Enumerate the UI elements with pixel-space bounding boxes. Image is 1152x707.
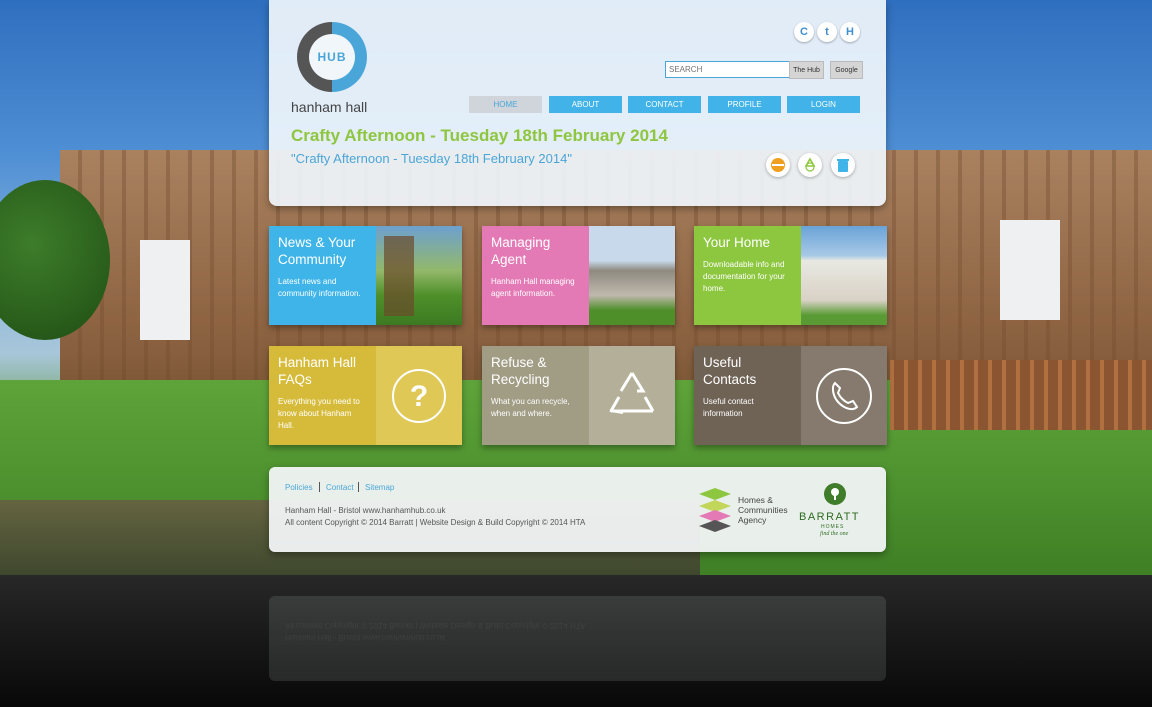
page-title: Crafty Afternoon - Tuesday 18th February…: [291, 126, 668, 145]
barratt-logo-sub: HOMES: [821, 524, 845, 530]
twitter-icon[interactable]: t: [817, 22, 837, 42]
tile-text: Useful Contacts Useful contact informati…: [694, 346, 801, 445]
logo-name: hanham hall: [291, 99, 368, 115]
tile-title: Useful Contacts: [703, 355, 757, 387]
tile-useful-contacts[interactable]: Useful Contacts Useful contact informati…: [694, 346, 887, 445]
hub-icon[interactable]: H: [840, 22, 860, 42]
barratt-tree-icon[interactable]: [824, 483, 846, 505]
tile-title: Your Home: [703, 235, 771, 250]
search-hub-button[interactable]: The Hub: [789, 61, 824, 79]
svg-text:?: ?: [410, 380, 428, 413]
footer-reflection: Hanham Hall - Bristol www.hanhamhub.co.u…: [269, 596, 886, 681]
hca-logo-text: Homes & Communities Agency: [738, 495, 788, 525]
tile-description: Useful contact information: [703, 397, 754, 418]
reflected-copyright: All content Copyright © 2014 Barratt | W…: [285, 621, 586, 630]
logo-badge: HUB: [309, 34, 355, 80]
footer-link-contact[interactable]: Contact: [326, 483, 354, 492]
tile-text: Refuse & Recycling What you can recycle,…: [482, 346, 589, 445]
footer-divider: [319, 482, 320, 492]
page-subtitle: "Crafty Afternoon - Tuesday 18th Februar…: [291, 151, 572, 166]
recycle-icon: [589, 346, 675, 445]
tile-text: Your Home Downloadable info and document…: [694, 226, 801, 325]
tile-description: Everything you need to know about Hanham…: [278, 397, 360, 430]
nav-home[interactable]: HOME: [469, 96, 542, 113]
nav-contact[interactable]: CONTACT: [628, 96, 701, 113]
tile-managing-agent[interactable]: Managing Agent Hanham Hall managing agen…: [482, 226, 675, 325]
phone-icon: [801, 346, 887, 445]
tile-text: Managing Agent Hanham Hall managing agen…: [482, 226, 589, 325]
tile-title: Refuse & Recycling: [491, 355, 550, 387]
hub-logo[interactable]: HUB: [297, 22, 367, 92]
search-input[interactable]: [665, 61, 790, 78]
footer-link-policies[interactable]: Policies: [285, 483, 313, 492]
tile-text: Hanham Hall FAQs Everything you need to …: [269, 346, 376, 445]
energy-icon[interactable]: [766, 153, 790, 177]
community-photo: [376, 226, 462, 325]
reflected-address: Hanham Hall - Bristol www.hanhamhub.co.u…: [285, 633, 446, 642]
hca-logo-icon[interactable]: [697, 486, 733, 532]
footer-link-sitemap[interactable]: Sitemap: [365, 483, 394, 492]
home-photo: [801, 226, 887, 325]
recycle-tool-icon[interactable]: [798, 153, 822, 177]
estate-photo: [589, 226, 675, 325]
bin-icon[interactable]: [831, 153, 855, 177]
tile-faqs[interactable]: Hanham Hall FAQs Everything you need to …: [269, 346, 462, 445]
tile-description: Latest news and community information.: [278, 277, 361, 298]
tile-description: What you can recycle, when and where.: [491, 397, 570, 418]
refresh-icon[interactable]: C: [794, 22, 814, 42]
tile-description: Hanham Hall managing agent information.: [491, 277, 575, 298]
tile-news-community[interactable]: News & Your Community Latest news and co…: [269, 226, 462, 325]
footer-address: Hanham Hall - Bristol www.hanhamhub.co.u…: [285, 506, 446, 515]
tile-refuse-recycling[interactable]: Refuse & Recycling What you can recycle,…: [482, 346, 675, 445]
header-panel: HUB hanham hall C t H The Hub Google HOM…: [269, 0, 886, 206]
tree-trunk: [384, 236, 414, 316]
tile-description: Downloadable info and documentation for …: [703, 260, 785, 293]
tile-text: News & Your Community Latest news and co…: [269, 226, 376, 325]
tile-title: Hanham Hall FAQs: [278, 355, 357, 387]
nav-profile[interactable]: PROFILE: [708, 96, 781, 113]
search-google-button[interactable]: Google: [830, 61, 863, 79]
barratt-tagline: find the one: [820, 531, 849, 537]
background-deck: [890, 360, 1152, 430]
background-wall: [140, 240, 190, 340]
barratt-logo-name: BARRATT: [799, 511, 861, 523]
nav-login[interactable]: LOGIN: [787, 96, 860, 113]
background-wall: [1000, 220, 1060, 320]
nav-about[interactable]: ABOUT: [549, 96, 622, 113]
footer-divider: [358, 482, 359, 492]
tile-title: Managing Agent: [491, 235, 551, 267]
tile-your-home[interactable]: Your Home Downloadable info and document…: [694, 226, 887, 325]
footer-panel: Policies Contact Sitemap Hanham Hall - B…: [269, 467, 886, 552]
footer-copyright: All content Copyright © 2014 Barratt | W…: [285, 518, 586, 527]
tile-title: News & Your Community: [278, 235, 356, 267]
question-icon: ?: [376, 346, 462, 445]
